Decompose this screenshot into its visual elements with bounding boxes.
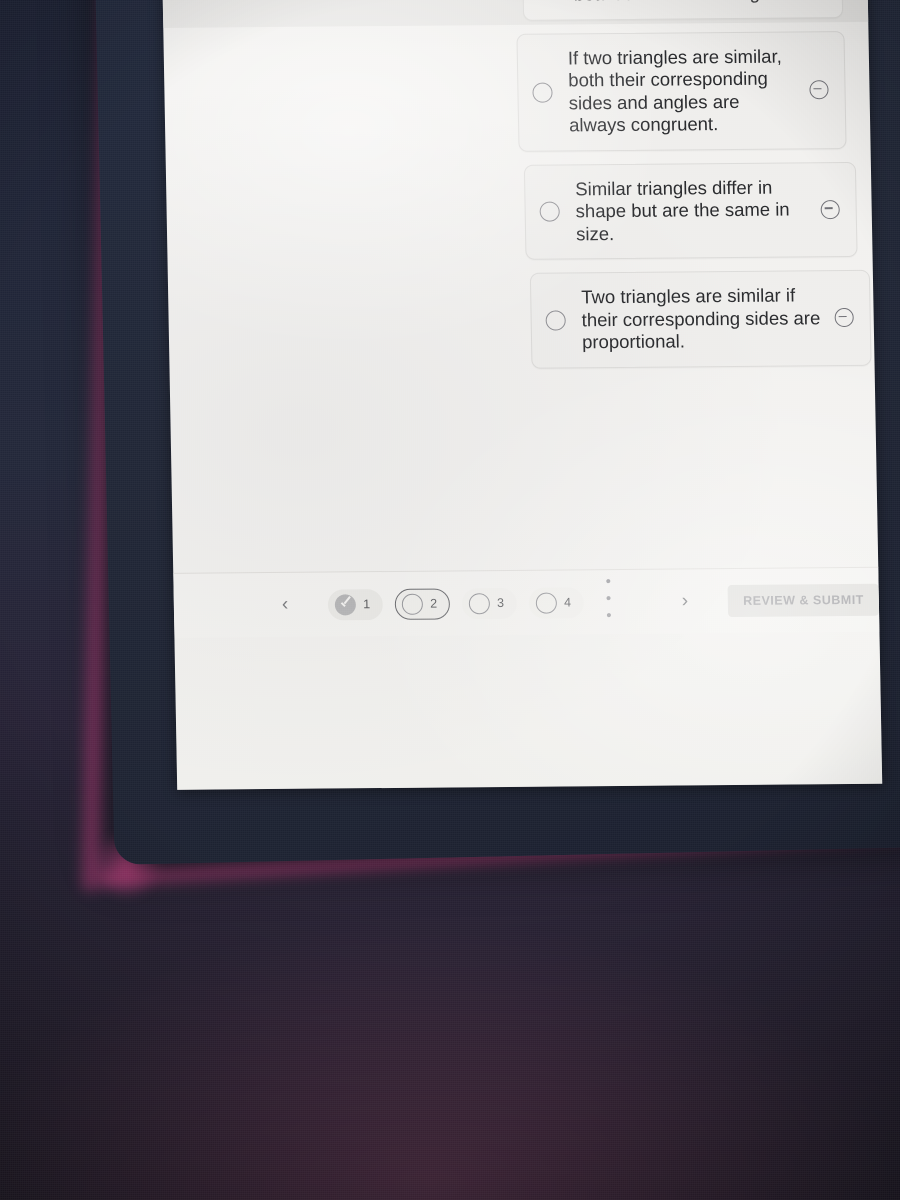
question-pill-2-number: 2 <box>430 596 438 611</box>
circle-outline-icon <box>468 592 491 614</box>
tablet-screen: ADD NOTE EXIT TEST 2.Which of the follow… <box>160 0 883 790</box>
circle-outline-icon <box>401 593 424 615</box>
minus-circle-icon[interactable] <box>809 80 829 100</box>
answer-option-c[interactable]: Similar triangles differ in shape but ar… <box>523 161 858 260</box>
answer-option-a[interactable]: The measurements of corresponding angles… <box>521 0 844 21</box>
question-pill-1-number: 1 <box>363 597 371 612</box>
minus-circle-icon[interactable] <box>834 308 854 328</box>
answer-option-a-text: The measurements of corresponding angles… <box>573 0 803 6</box>
question-pill-4-number: 4 <box>563 595 572 610</box>
question-pill-4[interactable]: 4 <box>528 586 585 619</box>
minus-circle-icon[interactable] <box>820 199 840 219</box>
question-pills: 1 2 3 4 <box>327 586 585 621</box>
previous-question-button[interactable]: ‹ <box>272 594 299 616</box>
answer-options-list: The measurements of corresponding angles… <box>513 0 873 381</box>
circle-outline-icon <box>535 592 558 614</box>
check-icon <box>334 593 357 615</box>
radio-button-c[interactable] <box>539 201 560 222</box>
radio-button-b[interactable] <box>532 82 553 103</box>
question-pill-2[interactable]: 2 <box>394 587 451 620</box>
answer-option-b-text: If two triangles are similar, both their… <box>567 45 782 136</box>
more-questions-overflow[interactable]: • • • <box>605 572 626 624</box>
question-pill-3[interactable]: 3 <box>461 587 518 619</box>
answer-option-c-text: Similar triangles differ in shape but ar… <box>575 176 790 244</box>
question-pill-1[interactable]: 1 <box>327 588 384 621</box>
next-question-button[interactable]: › <box>672 590 699 612</box>
answer-option-d[interactable]: Two triangles are similar if their corre… <box>529 269 872 369</box>
radio-button-d[interactable] <box>545 310 566 331</box>
question-pill-3-number: 3 <box>496 595 505 611</box>
answer-option-b[interactable]: If two triangles are similar, both their… <box>516 30 847 152</box>
review-and-submit-button[interactable]: REVIEW & SUBMIT <box>727 583 880 618</box>
photo-backdrop: ADD NOTE EXIT TEST 2.Which of the follow… <box>0 0 900 1200</box>
question-navigation-bar: ‹ 1 2 3 4 • • • › REVIEW & SUBMIT <box>173 566 880 638</box>
answer-option-d-text: Two triangles are similar if their corre… <box>581 284 821 353</box>
